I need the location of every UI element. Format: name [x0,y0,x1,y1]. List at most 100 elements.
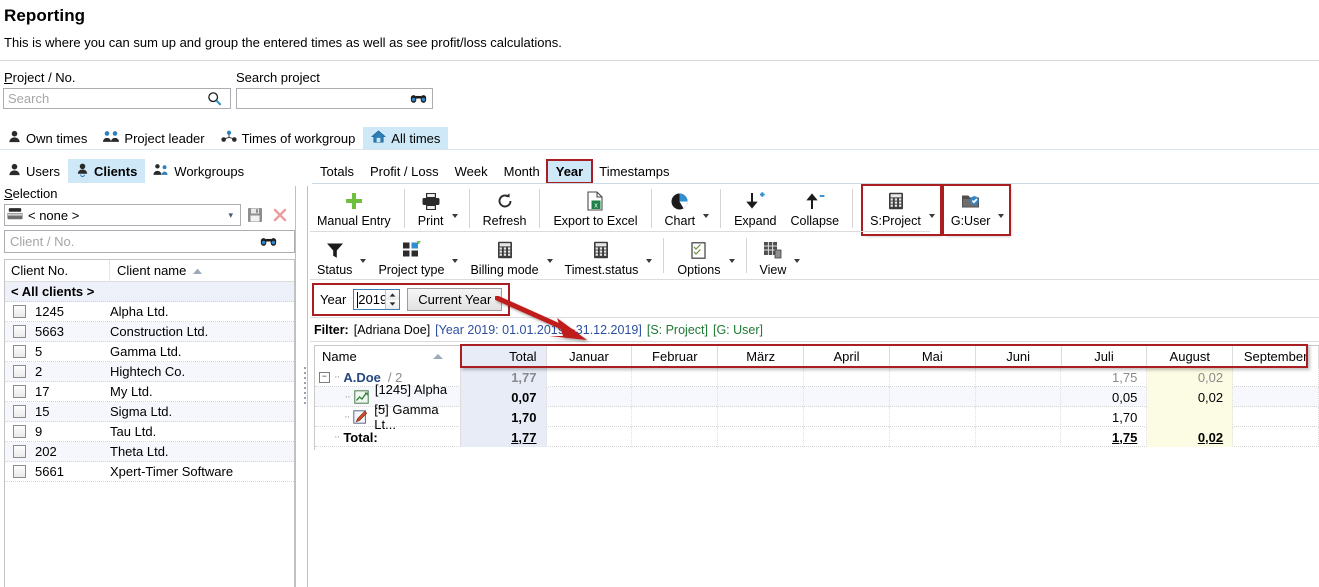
client-checkbox[interactable] [13,425,26,438]
cell-juni[interactable] [976,427,1062,447]
options-button[interactable]: Options [670,235,727,279]
client-checkbox[interactable] [13,325,26,338]
column-header-juni[interactable]: Juni [976,346,1062,367]
tab-clients[interactable]: Clients [68,159,145,183]
cell-april[interactable] [804,427,890,447]
g-user-button[interactable]: G:User [944,186,998,234]
table-row[interactable]: ··[5] Gamma Lt...1,701,70 [315,407,1319,427]
cell-august[interactable]: 0,02 [1147,427,1233,447]
cell-juni[interactable] [976,407,1062,427]
cell-total[interactable]: 0,07 [461,387,547,407]
timestamp-status-button[interactable]: Timest.status [558,235,646,279]
client-checkbox[interactable] [13,385,26,398]
view-button[interactable]: View [753,235,794,279]
column-header-april[interactable]: April [804,346,890,367]
column-header-client-no[interactable]: Client No. [5,260,110,282]
chevron-down-icon[interactable]: ▾ [228,210,233,221]
s-project-group[interactable]: S:Project [863,186,940,234]
search-input[interactable] [4,89,202,108]
spin-down-icon[interactable] [386,300,399,310]
tab-week[interactable]: Week [447,162,496,181]
project-type-button[interactable]: Project type [371,235,451,279]
project-type-dropdown[interactable] [451,235,463,279]
binoculars-icon[interactable] [410,92,427,105]
table-row[interactable]: ··Total:1,771,750,02 [315,427,1319,447]
g-user-group[interactable]: G:User [944,186,1010,234]
cell-m-rz[interactable] [718,387,804,407]
cell-august[interactable]: 0,02 [1147,387,1233,407]
client-filter-box[interactable] [4,230,295,253]
client-row[interactable]: 1245Alpha Ltd. [5,302,294,322]
cell-mai[interactable] [890,427,976,447]
cell-total[interactable]: 1,77 [461,367,547,387]
tab-project-leader[interactable]: Project leader [95,127,212,149]
cell-februar[interactable] [632,387,718,407]
cell-januar[interactable] [547,407,633,427]
cell-juni[interactable] [976,367,1062,387]
client-row[interactable]: 2Hightech Co. [5,362,294,382]
cell-mai[interactable] [890,407,976,427]
cell-juli[interactable]: 1,75 [1061,427,1147,447]
cell-juli[interactable]: 1,75 [1061,367,1147,387]
report-row-name[interactable]: ··Total: [315,427,461,447]
refresh-button[interactable]: Refresh [476,186,534,234]
selection-combo[interactable]: < none > ▾ [4,204,241,226]
cell-februar[interactable] [632,367,718,387]
export-to-excel-button[interactable]: x Export to Excel [546,186,644,234]
status-filter-button[interactable]: Status [310,235,359,279]
tree-expander-icon[interactable]: − [319,372,330,383]
tab-year[interactable]: Year [548,161,591,182]
column-header-september[interactable]: September [1233,346,1319,367]
client-checkbox[interactable] [13,345,26,358]
delete-selection-button[interactable] [269,204,291,226]
table-row[interactable]: −··A.Doe/ 21,771,750,02 [315,367,1319,387]
client-grid[interactable]: Client No. Client name < All clients > 1… [4,259,295,587]
client-checkbox[interactable] [13,305,26,318]
client-row[interactable]: 5Gamma Ltd. [5,342,294,362]
cell-juli[interactable]: 0,05 [1061,387,1147,407]
table-row[interactable]: ··[1245] Alpha ...0,070,050,02 [315,387,1319,407]
column-header-m-rz[interactable]: März [718,346,804,367]
client-row[interactable]: 202Theta Ltd. [5,442,294,462]
client-row[interactable]: 5661Xpert-Timer Software [5,462,294,482]
client-checkbox[interactable] [13,405,26,418]
client-row[interactable]: 17My Ltd. [5,382,294,402]
year-spin-arrows[interactable] [385,290,399,309]
cell-m-rz[interactable] [718,367,804,387]
tab-month[interactable]: Month [496,162,548,181]
column-header-juli[interactable]: Juli [1062,346,1148,367]
cell-april[interactable] [804,387,890,407]
tab-all-times[interactable]: All times [363,127,448,149]
cell-januar[interactable] [547,387,633,407]
search-project-box[interactable] [236,88,433,109]
timestamp-status-dropdown[interactable] [645,235,657,279]
cell-februar[interactable] [632,407,718,427]
save-selection-button[interactable] [244,204,266,226]
project-search-box[interactable] [3,88,231,109]
expand-button[interactable]: Expand [727,186,783,234]
tab-totals[interactable]: Totals [312,162,362,181]
collapse-button[interactable]: Collapse [784,186,847,234]
cell-juni[interactable] [976,387,1062,407]
billing-mode-button[interactable]: Billing mode [463,235,545,279]
s-project-button[interactable]: S:Project [863,186,928,234]
year-spinner[interactable]: 2019 [353,289,400,310]
chart-dropdown[interactable] [702,186,714,234]
tab-times-of-workgroup[interactable]: Times of workgroup [213,127,364,149]
client-checkbox[interactable] [13,365,26,378]
cell-september[interactable] [1233,407,1319,427]
tab-workgroups[interactable]: Workgroups [145,159,252,183]
cell-september[interactable] [1233,367,1319,387]
search-icon[interactable] [202,91,226,106]
view-dropdown[interactable] [793,235,805,279]
cell-august[interactable] [1147,407,1233,427]
s-project-dropdown[interactable] [928,186,940,234]
g-user-dropdown[interactable] [997,186,1009,234]
billing-mode-dropdown[interactable] [546,235,558,279]
column-header-august[interactable]: August [1147,346,1233,367]
cell-mai[interactable] [890,387,976,407]
client-row[interactable]: 9Tau Ltd. [5,422,294,442]
client-row[interactable]: 15Sigma Ltd. [5,402,294,422]
cell-total[interactable]: 1,70 [461,407,547,427]
spin-up-icon[interactable] [386,290,399,300]
